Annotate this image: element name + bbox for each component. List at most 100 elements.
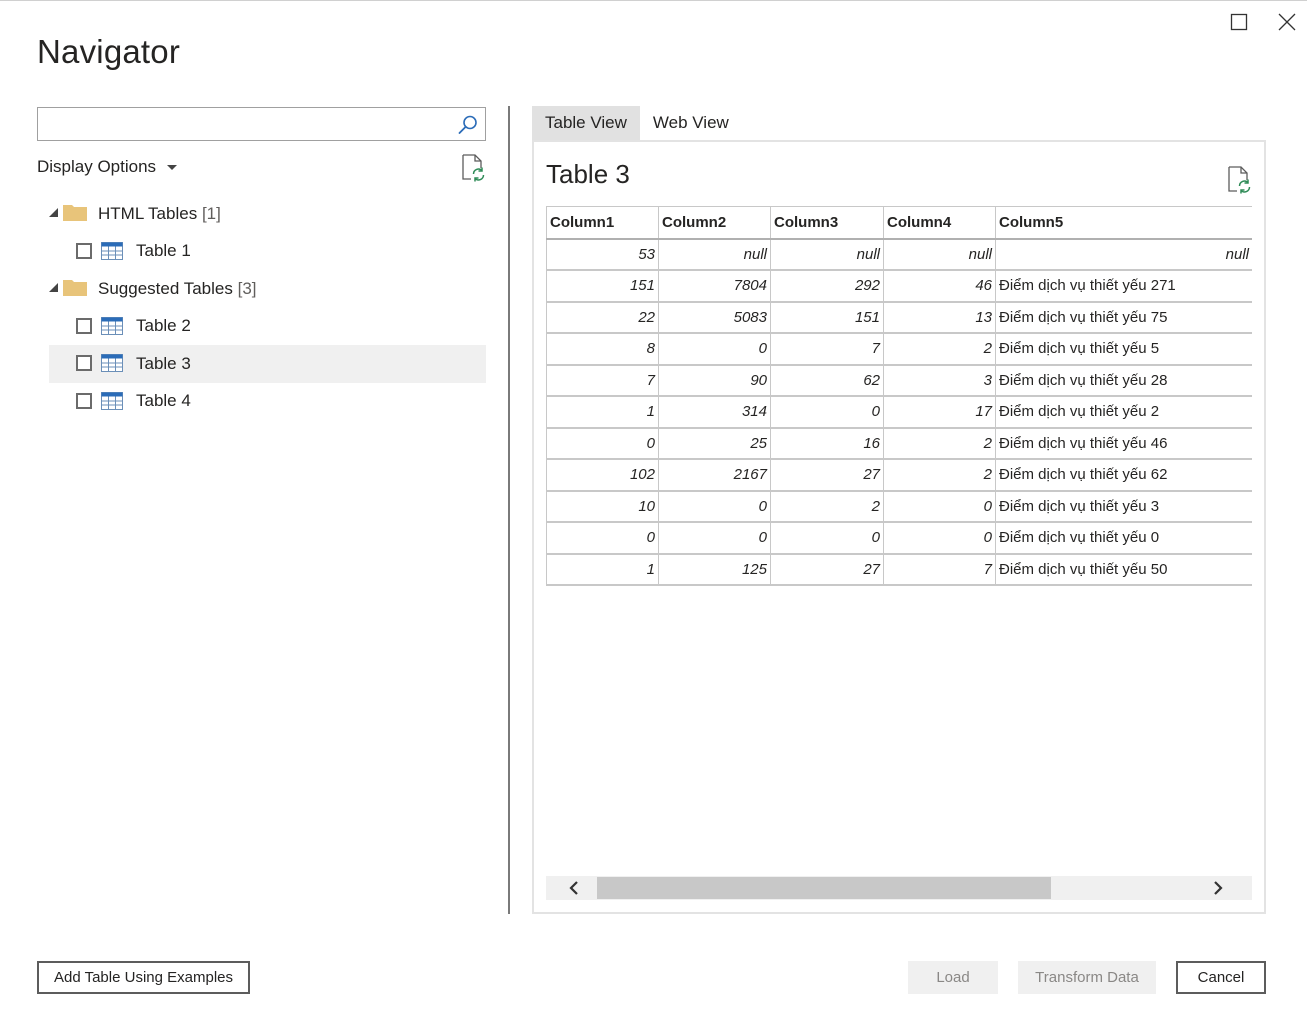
table-cell: 151 [546, 270, 659, 303]
chevron-down-icon [167, 164, 178, 170]
table-cell: 102 [546, 459, 659, 492]
navigator-tree: HTML Tables [1] Table 1 Suggested Tables… [49, 195, 486, 420]
table-icon [101, 241, 123, 260]
table-cell: Điểm dịch vụ thiết yếu 5 [995, 333, 1252, 366]
folder-icon [63, 205, 87, 221]
tree-item-table-4[interactable]: Table 4 [49, 383, 486, 421]
table-cell: Điểm dịch vụ thiết yếu 2 [995, 396, 1252, 429]
panel-splitter[interactable] [508, 106, 510, 914]
table-row: 7 90 62 3 Điểm dịch vụ thiết yếu 28 [546, 364, 1252, 397]
table-cell: 27 [770, 553, 884, 586]
table-cell: 2 [883, 427, 996, 460]
table-cell: 1 [546, 553, 659, 586]
preview-grid: Column1 Column2 Column3 Column4 Column5 … [546, 206, 1252, 586]
table-cell: Điểm dịch vụ thiết yếu 271 [995, 270, 1252, 303]
table-row: 8 0 7 2 Điểm dịch vụ thiết yếu 5 [546, 333, 1252, 366]
table-header-row: Column1 Column2 Column3 Column4 Column5 [546, 206, 1252, 240]
refresh-icon[interactable] [460, 154, 486, 182]
tab-table-view[interactable]: Table View [532, 106, 640, 140]
transform-data-button[interactable]: Transform Data [1018, 961, 1156, 994]
table-cell: 0 [883, 522, 996, 555]
table-cell: 3 [883, 364, 996, 397]
tree-item-label: Table 1 [136, 241, 191, 261]
table-cell: null [883, 238, 996, 271]
folder-icon [63, 280, 87, 296]
tab-web-view[interactable]: Web View [640, 106, 742, 140]
table-cell: 0 [883, 490, 996, 523]
table-cell: 2 [883, 459, 996, 492]
table-row: 10 0 2 0 Điểm dịch vụ thiết yếu 3 [546, 490, 1252, 523]
tree-item-table-1[interactable]: Table 1 [49, 233, 486, 271]
table-cell: 292 [770, 270, 884, 303]
table-cell: null [995, 238, 1252, 271]
table-cell: 16 [770, 427, 884, 460]
horizontal-scrollbar[interactable] [546, 876, 1252, 900]
add-table-using-examples-button[interactable]: Add Table Using Examples [37, 961, 250, 994]
display-options-label: Display Options [37, 157, 157, 176]
table-checkbox[interactable] [76, 392, 92, 409]
table-cell: 10 [546, 490, 659, 523]
table-checkbox[interactable] [76, 317, 92, 334]
table-cell: 8 [546, 333, 659, 366]
table-cell: 22 [546, 301, 659, 334]
search-icon[interactable] [457, 114, 479, 136]
table-icon [101, 391, 123, 410]
table-cell: 5083 [658, 301, 771, 334]
search-box[interactable] [37, 107, 486, 141]
table-cell: null [770, 238, 884, 271]
column-header[interactable]: Column4 [883, 206, 996, 240]
column-header[interactable]: Column2 [658, 206, 771, 240]
tree-group-suggested-tables[interactable]: Suggested Tables [3] [49, 270, 486, 308]
search-input[interactable] [38, 108, 448, 140]
table-cell: 7 [546, 364, 659, 397]
table-cell: 25 [658, 427, 771, 460]
scrollbar-thumb[interactable] [597, 877, 1051, 899]
table-icon [101, 316, 123, 335]
display-options-dropdown[interactable]: Display Options [37, 155, 178, 179]
column-header[interactable]: Column3 [770, 206, 884, 240]
table-cell: 0 [770, 522, 884, 555]
table-cell: 17 [883, 396, 996, 429]
table-cell: 0 [546, 522, 659, 555]
table-cell: 62 [770, 364, 884, 397]
table-cell: 0 [658, 490, 771, 523]
table-checkbox[interactable] [76, 355, 92, 371]
table-row: 1 314 0 17 Điểm dịch vụ thiết yếu 2 [546, 396, 1252, 429]
preview-pane: Table 3 Column1 Column2 Column3 Column4 … [532, 140, 1266, 914]
maximize-button[interactable] [1225, 8, 1253, 36]
maximize-icon [1230, 13, 1248, 31]
close-button[interactable] [1273, 8, 1301, 36]
table-cell: 0 [658, 522, 771, 555]
tree-item-label: Table 2 [136, 316, 191, 336]
tree-item-label: Table 3 [136, 353, 191, 373]
column-header[interactable]: Column1 [546, 206, 659, 240]
refresh-icon[interactable] [1226, 166, 1252, 194]
table-row: 53 null null null null [546, 238, 1252, 271]
tree-item-label: Table 4 [136, 391, 191, 411]
table-checkbox[interactable] [76, 242, 92, 259]
tree-item-table-2[interactable]: Table 2 [49, 308, 486, 346]
tree-group-label: HTML Tables [98, 203, 198, 223]
table-row: 22 5083 151 13 Điểm dịch vụ thiết yếu 75 [546, 301, 1252, 334]
table-cell: 13 [883, 301, 996, 334]
tree-group-count: [1] [201, 203, 221, 223]
load-button[interactable]: Load [908, 961, 998, 994]
table-cell: 90 [658, 364, 771, 397]
table-cell: Điểm dịch vụ thiết yếu 3 [995, 490, 1252, 523]
table-cell: 0 [658, 333, 771, 366]
table-cell: 2167 [658, 459, 771, 492]
cancel-button[interactable]: Cancel [1176, 961, 1266, 994]
tree-group-html-tables[interactable]: HTML Tables [1] [49, 195, 486, 233]
table-cell: 53 [546, 238, 659, 271]
table-cell: 7 [770, 333, 884, 366]
chevron-left-icon[interactable] [566, 880, 582, 896]
tree-item-table-3[interactable]: Table 3 [49, 345, 486, 383]
table-cell: 125 [658, 553, 771, 586]
expand-triangle-icon[interactable] [49, 283, 58, 292]
chevron-right-icon[interactable] [1210, 880, 1226, 896]
column-header[interactable]: Column5 [995, 206, 1252, 240]
table-cell: null [658, 238, 771, 271]
table-cell: 314 [658, 396, 771, 429]
expand-triangle-icon[interactable] [49, 208, 58, 217]
table-row: 0 0 0 0 Điểm dịch vụ thiết yếu 0 [546, 522, 1252, 555]
